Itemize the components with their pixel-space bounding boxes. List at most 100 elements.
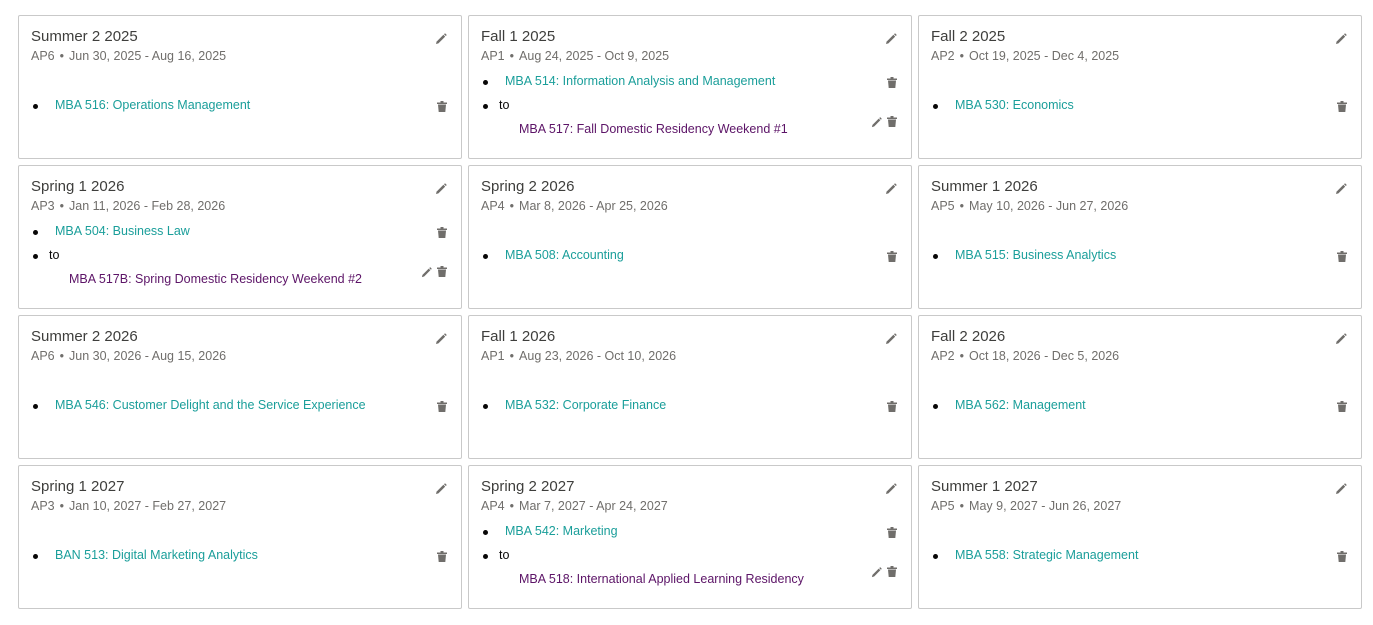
separator-dot: • bbox=[959, 49, 965, 63]
pencil-icon[interactable] bbox=[435, 33, 449, 47]
term-card: Spring 2 2026 AP4 • Mar 8, 2026 - Apr 25, 2… bbox=[468, 165, 912, 309]
course-link[interactable]: MBA 562: Management bbox=[955, 398, 1086, 412]
trash-icon[interactable] bbox=[437, 266, 449, 278]
trash-icon[interactable] bbox=[887, 527, 899, 539]
bullet bbox=[483, 530, 488, 535]
term-card: Summer 2 2025 AP6 • Jun 30, 2025 - Aug 16, … bbox=[18, 15, 462, 159]
trash-icon[interactable] bbox=[1337, 251, 1349, 263]
term-period-dates: AP5 • May 10, 2026 - Jun 27, 2026 bbox=[931, 199, 1128, 213]
course-item: MBA 532: Corporate Finance bbox=[483, 398, 901, 416]
term-grid: Summer 2 2025 AP6 • Jun 30, 2025 - Aug 16, … bbox=[18, 15, 1362, 609]
term-dates: Aug 24, 2025 - Oct 9, 2025 bbox=[519, 49, 670, 63]
term-title: Spring 1 2027 bbox=[31, 478, 125, 495]
residency-link[interactable]: MBA 517B: Spring Domestic Residency Week… bbox=[69, 272, 362, 286]
pencil-icon[interactable] bbox=[1335, 483, 1349, 497]
trash-icon[interactable] bbox=[887, 116, 899, 128]
bullet bbox=[483, 554, 488, 559]
trash-icon[interactable] bbox=[1337, 101, 1349, 113]
separator-dot: • bbox=[59, 349, 65, 363]
pencil-icon[interactable] bbox=[885, 183, 899, 197]
pencil-icon[interactable] bbox=[1335, 33, 1349, 47]
course-item: MBA 516: Operations Management bbox=[33, 98, 451, 116]
pencil-icon[interactable] bbox=[885, 483, 899, 497]
course-link[interactable]: MBA 515: Business Analytics bbox=[955, 248, 1116, 262]
pencil-icon[interactable] bbox=[435, 483, 449, 497]
course-link[interactable]: MBA 504: Business Law bbox=[55, 224, 190, 238]
course-item: MBA 515: Business Analytics bbox=[933, 248, 1351, 266]
pencil-icon[interactable] bbox=[1335, 333, 1349, 347]
trash-icon[interactable] bbox=[1337, 551, 1349, 563]
pencil-icon[interactable] bbox=[885, 333, 899, 347]
course-item: MBA 562: Management bbox=[933, 398, 1351, 416]
course-link[interactable]: MBA 546: Customer Delight and the Servic… bbox=[55, 398, 366, 412]
trash-icon[interactable] bbox=[887, 77, 899, 89]
term-period: AP5 bbox=[931, 499, 955, 513]
course-link[interactable]: MBA 558: Strategic Management bbox=[955, 548, 1138, 562]
term-dates: Jan 11, 2026 - Feb 28, 2026 bbox=[69, 199, 226, 213]
term-card: Fall 1 2026 AP1 • Aug 23, 2026 - Oct 10, 20… bbox=[468, 315, 912, 459]
term-title: Fall 1 2025 bbox=[481, 28, 556, 45]
course-link[interactable]: BAN 513: Digital Marketing Analytics bbox=[55, 548, 258, 562]
separator-dot: • bbox=[59, 49, 65, 63]
to-label: to bbox=[499, 548, 510, 562]
term-title: Spring 2 2026 bbox=[481, 178, 575, 195]
term-dates: Oct 18, 2026 - Dec 5, 2026 bbox=[969, 349, 1120, 363]
trash-icon[interactable] bbox=[437, 227, 449, 239]
residency-item: to MBA 517: Fall Domestic Residency Weeke… bbox=[483, 98, 901, 138]
term-period: AP2 bbox=[931, 349, 955, 363]
residency-link[interactable]: MBA 517: Fall Domestic Residency Weekend… bbox=[519, 122, 788, 136]
course-link[interactable]: MBA 516: Operations Management bbox=[55, 98, 250, 112]
trash-icon[interactable] bbox=[437, 401, 449, 413]
term-title: Spring 2 2027 bbox=[481, 478, 575, 495]
course-link[interactable]: MBA 532: Corporate Finance bbox=[505, 398, 666, 412]
residency-link[interactable]: MBA 518: International Applied Learning … bbox=[519, 572, 804, 586]
term-period: AP6 bbox=[31, 49, 55, 63]
trash-icon[interactable] bbox=[437, 101, 449, 113]
course-item: MBA 546: Customer Delight and the Servic… bbox=[33, 398, 451, 416]
course-link[interactable]: MBA 542: Marketing bbox=[505, 524, 618, 538]
pencil-icon[interactable] bbox=[435, 333, 449, 347]
term-card: Fall 2 2026 AP2 • Oct 18, 2026 - Dec 5, 202… bbox=[918, 315, 1362, 459]
pencil-icon[interactable] bbox=[871, 567, 883, 579]
term-title: Summer 1 2027 bbox=[931, 478, 1038, 495]
term-period-dates: AP5 • May 9, 2027 - Jun 26, 2027 bbox=[931, 499, 1121, 513]
separator-dot: • bbox=[509, 199, 515, 213]
term-title: Summer 2 2025 bbox=[31, 28, 138, 45]
bullet bbox=[33, 104, 38, 109]
term-period: AP1 bbox=[481, 349, 505, 363]
pencil-icon[interactable] bbox=[1335, 183, 1349, 197]
term-card: Summer 1 2027 AP5 • May 9, 2027 - Jun 26, 2… bbox=[918, 465, 1362, 609]
residency-item: to MBA 518: International Applied Learnin… bbox=[483, 548, 901, 588]
term-title: Summer 2 2026 bbox=[31, 328, 138, 345]
term-period: AP4 bbox=[481, 499, 505, 513]
term-period: AP3 bbox=[31, 199, 55, 213]
term-dates: May 10, 2026 - Jun 27, 2026 bbox=[969, 199, 1129, 213]
term-title: Summer 1 2026 bbox=[931, 178, 1038, 195]
trash-icon[interactable] bbox=[887, 401, 899, 413]
term-period-dates: AP2 • Oct 19, 2025 - Dec 4, 2025 bbox=[931, 49, 1119, 63]
term-period: AP4 bbox=[481, 199, 505, 213]
course-link[interactable]: MBA 530: Economics bbox=[955, 98, 1074, 112]
course-item: MBA 508: Accounting bbox=[483, 248, 901, 266]
term-period-dates: AP2 • Oct 18, 2026 - Dec 5, 2026 bbox=[931, 349, 1119, 363]
pencil-icon[interactable] bbox=[871, 117, 883, 129]
term-period-dates: AP3 • Jan 11, 2026 - Feb 28, 2026 bbox=[31, 199, 225, 213]
bullet bbox=[33, 230, 38, 235]
trash-icon[interactable] bbox=[1337, 401, 1349, 413]
trash-icon[interactable] bbox=[887, 566, 899, 578]
separator-dot: • bbox=[959, 499, 965, 513]
term-card: Spring 2 2027 AP4 • Mar 7, 2027 - Apr 24, 2… bbox=[468, 465, 912, 609]
pencil-icon[interactable] bbox=[885, 33, 899, 47]
term-period-dates: AP4 • Mar 8, 2026 - Apr 25, 2026 bbox=[481, 199, 668, 213]
term-dates: Aug 23, 2026 - Oct 10, 2026 bbox=[519, 349, 677, 363]
pencil-icon[interactable] bbox=[421, 267, 433, 279]
trash-icon[interactable] bbox=[887, 251, 899, 263]
course-link[interactable]: MBA 514: Information Analysis and Manage… bbox=[505, 74, 775, 88]
term-dates: Mar 8, 2026 - Apr 25, 2026 bbox=[519, 199, 668, 213]
pencil-icon[interactable] bbox=[435, 183, 449, 197]
term-period: AP1 bbox=[481, 49, 505, 63]
course-link[interactable]: MBA 508: Accounting bbox=[505, 248, 624, 262]
separator-dot: • bbox=[59, 199, 65, 213]
separator-dot: • bbox=[59, 499, 65, 513]
trash-icon[interactable] bbox=[437, 551, 449, 563]
